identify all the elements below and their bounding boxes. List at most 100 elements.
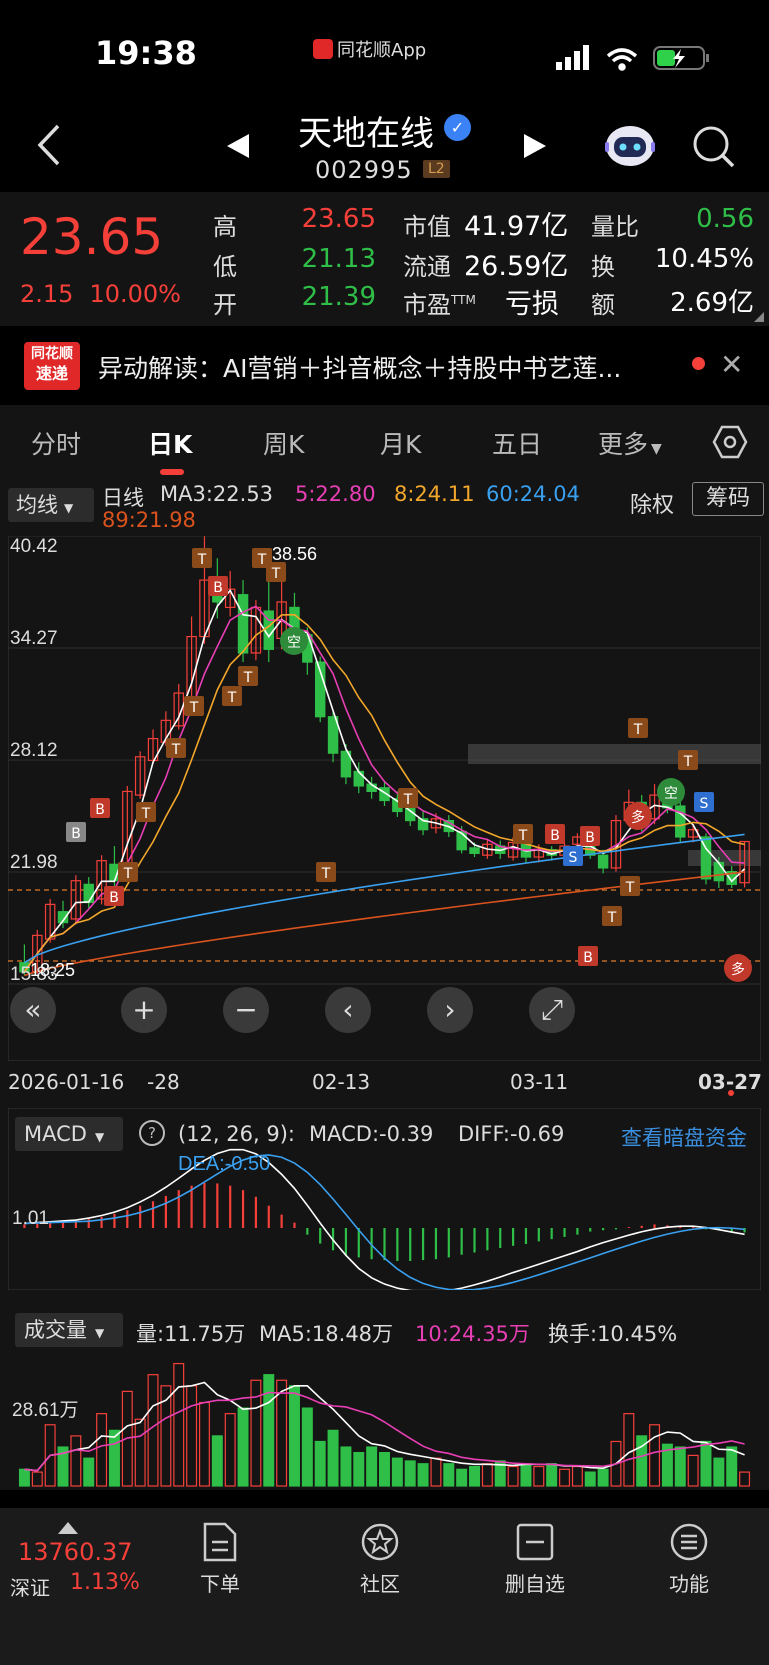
signal-marker-b: B: [66, 822, 86, 842]
scroll-start-button[interactable]: «: [10, 987, 56, 1033]
nav-community[interactable]: 社区: [335, 1522, 425, 1597]
nav-functions[interactable]: 功能: [644, 1522, 734, 1597]
unread-dot: [692, 357, 705, 370]
zoom-out-button[interactable]: −: [223, 987, 269, 1033]
prev-stock-icon[interactable]: [225, 132, 251, 160]
chips-button[interactable]: 筹码: [692, 482, 764, 516]
index-value[interactable]: 13760.37: [18, 1538, 133, 1566]
low-label: 低: [213, 253, 237, 281]
signal-markers: T B T T 空 T T T T T B B T B T T T B S B …: [66, 548, 752, 982]
signal-marker-t: T: [398, 788, 418, 808]
signal-marker-b: B: [580, 826, 600, 846]
signal-marker-t: T: [238, 666, 258, 686]
tab-daily-k[interactable]: 日K: [148, 425, 192, 461]
ex-rights-toggle[interactable]: 除权: [630, 487, 674, 519]
pe-value: 亏损: [505, 289, 559, 320]
volume-bar: [31, 1471, 43, 1487]
signal-marker-empty: 空: [657, 778, 685, 806]
mktcap-label: 市值: [403, 213, 451, 241]
svg-text:T: T: [633, 722, 643, 738]
pe-label: 市盈TTM: [403, 285, 476, 320]
scroll-right-button[interactable]: ›: [427, 987, 473, 1033]
volume-bar: [571, 1465, 583, 1487]
ma89-label: 89:21.98: [102, 508, 196, 532]
zoom-in-button[interactable]: +: [121, 987, 167, 1033]
svg-text:T: T: [243, 670, 253, 686]
expand-corner-icon[interactable]: [754, 312, 764, 322]
candle-body: [353, 770, 365, 787]
date-label: 03-11: [510, 1070, 569, 1094]
volume-bar: [391, 1457, 403, 1487]
svg-text:空: 空: [664, 786, 678, 802]
volume-bar: [353, 1452, 365, 1487]
nav-remove-watchlist-label: 删自选: [505, 1572, 565, 1596]
nav-order[interactable]: 下单: [175, 1522, 265, 1597]
volume-bar: [481, 1463, 493, 1487]
tab-weekly-k[interactable]: 周K: [263, 425, 304, 461]
ma3-label: MA3:22.53: [160, 482, 274, 506]
index-name: 深证: [10, 1576, 50, 1600]
news-headline[interactable]: 异动解读：AI营销＋抖音概念＋持股中书艺莲...: [98, 349, 621, 385]
signal-marker-b: B: [578, 946, 598, 966]
signal-marker-t: T: [678, 750, 698, 770]
volume-bar: [288, 1385, 300, 1487]
open-label: 开: [213, 291, 237, 319]
kline-chart[interactable]: 40.4234.2728.1221.9815.83←38.5618.25 T B…: [8, 536, 761, 1061]
caret-down-icon: ▼: [651, 441, 662, 457]
volume-bar: [584, 1471, 596, 1487]
svg-text:T: T: [141, 806, 151, 822]
active-tab-indicator: [160, 469, 184, 475]
volume-bar: [198, 1401, 210, 1487]
tab-more[interactable]: 更多 ▼: [598, 425, 662, 461]
menu-icon: [670, 1523, 708, 1561]
low-marker-label: 18.25: [30, 960, 75, 980]
y-tick-label: 40.42: [10, 536, 58, 557]
date-label: 02-13: [312, 1070, 371, 1094]
verified-icon: ✓: [444, 114, 471, 141]
indicator-select[interactable]: 均线 ▼: [8, 488, 94, 522]
price-change: 2.15 10.00%: [20, 280, 181, 308]
svg-text:多: 多: [631, 809, 645, 826]
close-icon[interactable]: ✕: [720, 348, 743, 381]
macd-chart[interactable]: DEA:-0.50 1.01: [8, 1108, 761, 1290]
y-tick-label: 21.98: [10, 852, 58, 873]
volume-bar: [430, 1457, 442, 1487]
chart-settings-icon[interactable]: [712, 425, 748, 459]
volume-bar: [404, 1460, 416, 1487]
nav-remove-watchlist[interactable]: 删自选: [490, 1522, 580, 1597]
community-icon: [361, 1523, 399, 1561]
volume-bar: [173, 1362, 185, 1487]
remove-watchlist-icon: [516, 1523, 554, 1561]
volume-bar: [713, 1457, 725, 1487]
tab-five-day[interactable]: 五日: [492, 425, 542, 461]
back-icon[interactable]: [30, 120, 70, 170]
signal-marker-long: 多: [724, 954, 752, 982]
level2-badge[interactable]: L2: [423, 160, 450, 178]
signal-marker-b: B: [208, 576, 228, 596]
svg-text:T: T: [189, 700, 199, 716]
volume-select[interactable]: 成交量 ▼: [15, 1313, 123, 1347]
next-stock-icon[interactable]: [522, 132, 548, 160]
scroll-left-button[interactable]: ‹: [325, 987, 371, 1033]
fullscreen-button[interactable]: ⤢: [529, 987, 575, 1033]
volume-bar: [379, 1452, 390, 1487]
volume-bar: [687, 1454, 699, 1487]
volume-bar: [700, 1440, 712, 1487]
search-icon[interactable]: [692, 125, 736, 169]
diff-line: [24, 1148, 745, 1290]
volume-bar: [211, 1435, 223, 1487]
signal-marker-s: S: [563, 846, 583, 866]
volume-chart[interactable]: 28.61万: [8, 1348, 761, 1490]
pe-ttm-label: TTM: [451, 293, 476, 307]
tab-intraday[interactable]: 分时: [31, 425, 81, 461]
low-value: 21.13: [301, 244, 376, 274]
robot-assistant-icon[interactable]: [604, 122, 656, 168]
high-label: 高: [213, 213, 237, 241]
volume-bar: [597, 1468, 609, 1487]
current-date-dot: [728, 1090, 734, 1096]
volume-bar: [327, 1429, 339, 1487]
candle-body: [237, 594, 249, 654]
ma60-label: 60:24.04: [486, 482, 580, 506]
tab-monthly-k[interactable]: 月K: [380, 425, 421, 461]
svg-text:T: T: [257, 552, 267, 568]
